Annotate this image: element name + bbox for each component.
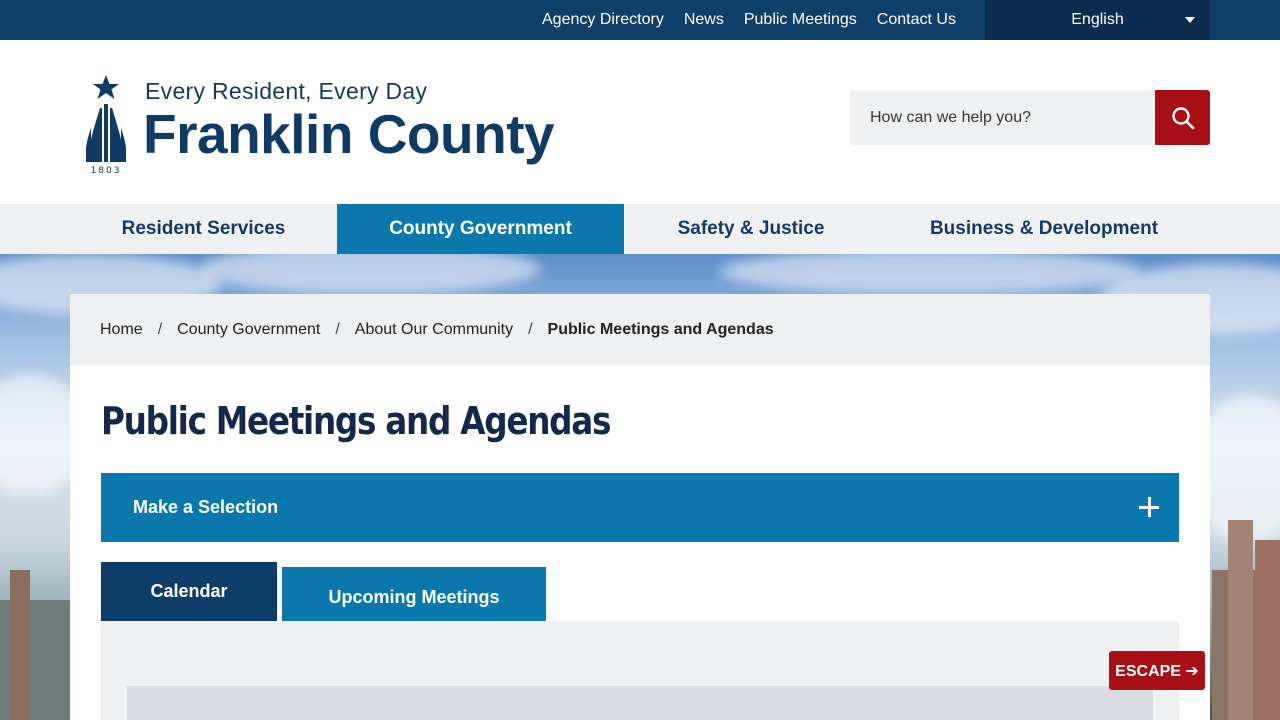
breadcrumb-separator: / [335, 321, 340, 338]
site-title[interactable]: Franklin County [143, 102, 555, 166]
main-nav: Resident Services County Government Safe… [0, 204, 1280, 254]
utility-link-contact-us[interactable]: Contact Us [877, 11, 956, 29]
search-icon [1171, 106, 1194, 129]
language-select-value: English [1071, 11, 1124, 28]
plus-icon [1139, 497, 1159, 517]
language-select[interactable]: English [985, 0, 1210, 40]
nav-item-safety-justice[interactable]: Safety & Justice [624, 204, 878, 254]
page-title: Public Meetings and Agendas [101, 399, 611, 443]
nav-item-business-development[interactable]: Business & Development [878, 204, 1210, 254]
site-tagline: Every Resident, Every Day [145, 78, 428, 104]
breadcrumb-separator: / [528, 321, 533, 338]
breadcrumb-county-government[interactable]: County Government [177, 321, 320, 339]
content-card: Home / County Government / About Our Com… [70, 294, 1210, 720]
escape-button[interactable]: ESCAPE ➔ [1109, 651, 1205, 690]
search-input[interactable] [850, 90, 1155, 145]
tab-calendar[interactable]: Calendar [101, 562, 277, 621]
accordion-label: Make a Selection [133, 497, 279, 517]
tab-upcoming-meetings[interactable]: Upcoming Meetings [282, 567, 546, 621]
logo-year: 1803 [91, 166, 122, 174]
utility-link-news[interactable]: News [684, 11, 724, 29]
make-selection-accordion[interactable]: Make a Selection [101, 473, 1179, 542]
breadcrumb-current: Public Meetings and Agendas [547, 321, 774, 338]
tab-panel [101, 621, 1179, 720]
breadcrumb-separator: / [157, 321, 163, 338]
breadcrumb-about-our-community[interactable]: About Our Community [355, 321, 513, 339]
utility-link-agency-directory[interactable]: Agency Directory [542, 11, 664, 29]
search-button[interactable] [1155, 90, 1210, 145]
nav-item-resident-services[interactable]: Resident Services [70, 204, 337, 254]
utility-bar: Agency Directory News Public Meetings Co… [0, 0, 1280, 40]
utility-links: Agency Directory News Public Meetings Co… [532, 0, 966, 40]
search-form [850, 90, 1210, 145]
chevron-down-icon [1185, 17, 1195, 23]
calendar-container [127, 686, 1153, 720]
utility-link-public-meetings[interactable]: Public Meetings [744, 11, 857, 29]
breadcrumb-home[interactable]: Home [100, 321, 143, 339]
site-header: 1803 Every Resident, Every Day Franklin … [0, 40, 1280, 204]
county-logo-icon[interactable]: 1803 [84, 74, 130, 176]
nav-item-county-government[interactable]: County Government [337, 204, 624, 254]
breadcrumb: Home / County Government / About Our Com… [70, 294, 1210, 366]
